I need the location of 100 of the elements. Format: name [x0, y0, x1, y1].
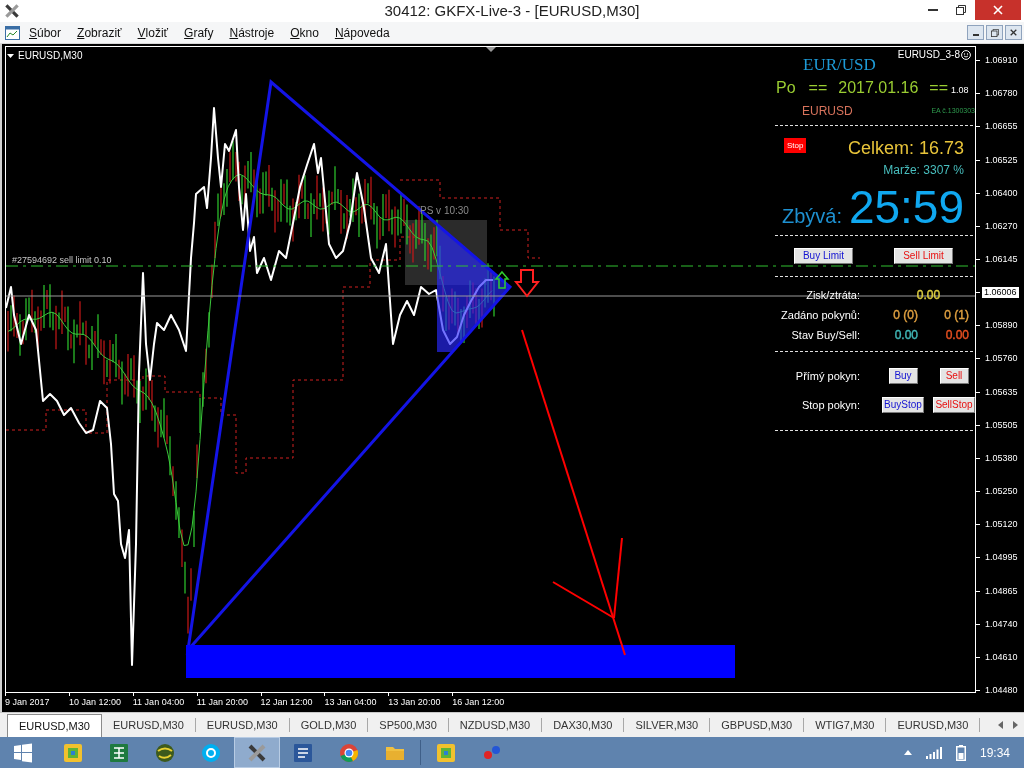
limit-order-button[interactable]: Sell Limit — [894, 248, 953, 264]
stat-label: Zadáno pokynů: — [781, 308, 860, 322]
stat-label: Zisk/ztráta: — [806, 288, 860, 302]
smiley-icon — [961, 50, 971, 60]
stat-value: 0.00 — [916, 288, 941, 302]
restore-button[interactable] — [986, 25, 1003, 40]
separator-mark: == — [929, 78, 949, 98]
chart-tab[interactable]: SILVER,M30 — [624, 714, 710, 737]
chart-tab[interactable]: EURUSD,M30 — [195, 714, 289, 737]
chart-tab[interactable]: EURUSD,M30 — [7, 714, 102, 737]
chart-tab[interactable]: EURUSD,M30 — [886, 714, 980, 737]
order-button[interactable]: Buy — [888, 368, 918, 384]
order-row-label: Přímý pokyn: — [795, 369, 860, 383]
pair-title: EUR/USD — [803, 55, 876, 74]
separator-mark: == — [808, 78, 828, 98]
chart-tab[interactable]: GOLD,M30 — [289, 714, 368, 737]
scroll-left-icon[interactable] — [998, 721, 1003, 729]
time-label: 9 Jan 2017 — [5, 696, 50, 708]
close-button[interactable] — [1005, 25, 1022, 40]
price-label: 1.06780 — [985, 88, 1018, 100]
stop-button[interactable]: Stop — [784, 138, 807, 153]
order-button[interactable]: Sell — [939, 368, 969, 384]
order-row-label: Stop pokyn: — [801, 398, 860, 412]
price-label: 1.04995 — [985, 552, 1018, 564]
chart-symbol-label: EURUSD,M30 — [18, 50, 83, 62]
price-label: 1.05635 — [985, 386, 1018, 398]
close-icon — [1010, 29, 1017, 36]
chart-tab[interactable]: GBPUSD,M30 — [710, 714, 804, 737]
taskbar-button[interactable] — [234, 737, 280, 768]
stat-label: Stav Buy/Sell: — [791, 328, 860, 342]
chart-tab[interactable]: DAX30,M30 — [542, 714, 624, 737]
date-label: 2017.01.16 — [838, 78, 919, 98]
limit-order-button[interactable]: Buy Limit — [794, 248, 853, 264]
total-label: Celkem: 16.73 — [847, 137, 964, 159]
globe-icon[interactable] — [155, 742, 175, 763]
restore-icon — [990, 28, 999, 37]
price-label: 1.04740 — [985, 618, 1018, 630]
chart-tab[interactable]: EURUSD,M30 — [101, 714, 195, 737]
scroll-right-icon[interactable] — [1013, 721, 1018, 729]
menu-item[interactable]: Okno — [290, 24, 319, 41]
price-label: 1.06400 — [985, 187, 1018, 199]
battery-icon[interactable] — [955, 744, 966, 761]
down-arrow-icon — [513, 269, 541, 298]
ring-logo-icon[interactable] — [339, 742, 359, 763]
document-tile-icon[interactable] — [293, 742, 313, 763]
stat-value: 0 (1) — [944, 308, 969, 322]
remaining-label: Zbývá: — [782, 204, 843, 228]
menu-item[interactable]: Zobraziť — [77, 24, 122, 41]
photo-tile-icon[interactable] — [63, 742, 83, 763]
minimize-button[interactable] — [967, 25, 984, 40]
chart-window-icon — [5, 25, 20, 40]
menu-item[interactable]: Grafy — [184, 24, 214, 41]
order-button[interactable]: SellStop — [933, 397, 975, 413]
stat-value: 0.00 — [945, 328, 969, 342]
time-label: 13 Jan 20:00 — [388, 696, 441, 708]
price-label: 1.05505 — [985, 419, 1018, 431]
margin-label: Marže: 3307 % — [883, 163, 964, 177]
chart-tab[interactable]: SP500,M30 — [368, 714, 448, 737]
menu-item[interactable]: Súbor — [29, 24, 62, 41]
price-label: 1.06655 — [985, 121, 1018, 133]
minimize-icon — [972, 34, 979, 36]
price-label: 1.04480 — [985, 685, 1018, 697]
signal-bars-icon[interactable] — [925, 746, 942, 759]
time-label: 11 Jan 20:00 — [196, 696, 249, 708]
price-label: 1.05890 — [985, 320, 1018, 332]
app-icon — [4, 3, 20, 19]
menu-item[interactable]: Nápoveda — [334, 24, 390, 41]
indicator-label: EURUSD_3-8 — [897, 49, 960, 61]
time-label: 11 Jan 04:00 — [132, 696, 185, 708]
shift-marker-icon — [486, 47, 496, 52]
price-label: 1.06525 — [985, 154, 1018, 166]
price-label: 1.06006 — [982, 287, 1019, 299]
photo-tile-icon[interactable] — [436, 742, 456, 763]
menu-item[interactable]: Vložiť — [137, 24, 169, 41]
time-label: 16 Jan 12:00 — [452, 696, 505, 708]
price-label: 1.06270 — [985, 220, 1018, 232]
close-icon — [993, 5, 1003, 15]
time-label: 10 Jan 12:00 — [68, 696, 121, 708]
number-label: 1.08 — [951, 85, 969, 95]
order-button[interactable]: BuyStop — [882, 397, 924, 413]
caret-up-icon[interactable] — [903, 750, 912, 755]
stat-value: 0 (0) — [893, 308, 918, 322]
chart-tab[interactable]: WTIG7,M30 — [804, 714, 886, 737]
minimize-icon — [928, 9, 938, 11]
dropdown-caret-icon[interactable] — [7, 54, 14, 58]
restore-icon — [956, 5, 966, 15]
order-label: #27594692 sell limit 0.10 — [12, 255, 112, 266]
round-app-icon[interactable] — [201, 742, 221, 763]
price-label: 1.06910 — [985, 55, 1018, 67]
price-label: 1.05250 — [985, 486, 1018, 498]
menu-item[interactable]: Nástroje — [229, 24, 275, 41]
cross-logo-icon[interactable] — [247, 742, 267, 763]
clock-text[interactable]: 19:34 — [979, 745, 1010, 760]
price-label: 1.05760 — [985, 353, 1018, 365]
chart-tab[interactable]: NZDUSD,M30 — [448, 714, 542, 737]
day-label: Po — [776, 78, 796, 98]
price-label: 1.04610 — [985, 651, 1018, 663]
window-title: 30412: GKFX-Live-3 - [EURUSD,M30] — [384, 1, 640, 21]
up-arrow-icon — [494, 270, 510, 289]
grid-tile-icon[interactable] — [109, 742, 129, 763]
